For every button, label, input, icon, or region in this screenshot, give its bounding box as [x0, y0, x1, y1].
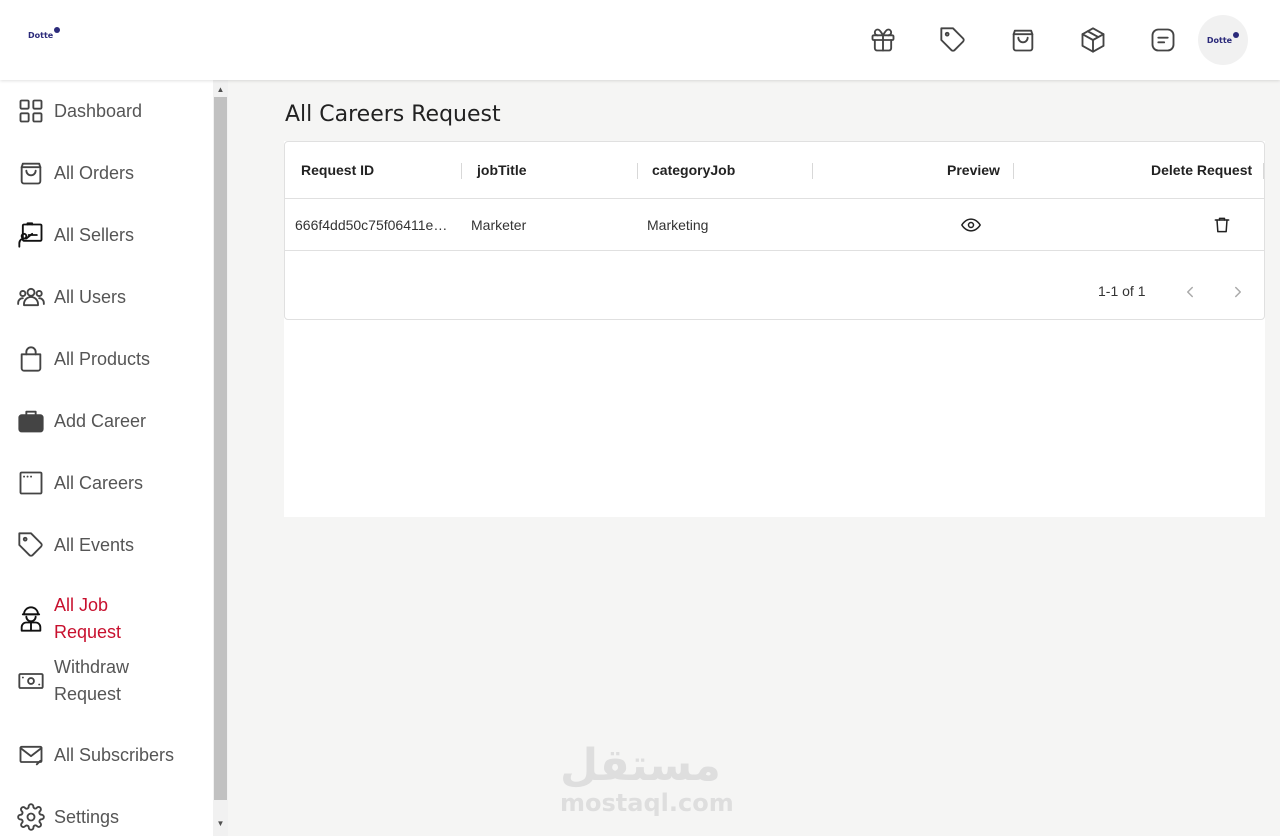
- shopping-bag-icon[interactable]: [1008, 25, 1038, 55]
- page-title: All Careers Request: [285, 102, 501, 127]
- gift-icon[interactable]: [868, 25, 898, 55]
- handbag-icon: [16, 344, 46, 374]
- pagination-text: 1-1 of 1: [1098, 283, 1146, 299]
- sidebar-item-all-events[interactable]: All Events: [0, 530, 213, 560]
- sidebar-item-label: Dashboard: [54, 100, 143, 121]
- requests-table: Request ID jobTitle categoryJob Preview …: [284, 141, 1265, 320]
- cell-job-title[interactable]: Marketer: [471, 199, 526, 250]
- window-icon: [16, 468, 46, 498]
- cash-icon: [16, 666, 46, 696]
- sidebar-item-settings[interactable]: Settings: [0, 802, 213, 832]
- column-header-category-job[interactable]: categoryJob: [652, 142, 735, 198]
- sidebar-item-label: Settings: [54, 806, 120, 827]
- sidebar-item-withdraw-request[interactable]: Withdraw Request: [0, 654, 213, 708]
- watermark: مستقل mostaql.com: [560, 740, 734, 817]
- sidebar-item-label: All Careers: [54, 472, 144, 493]
- row-divider: [285, 250, 1264, 251]
- sidebar-item-label: All Sellers: [54, 224, 135, 245]
- chevron-left-icon[interactable]: [1178, 280, 1202, 304]
- sidebar-item-label: All Events: [54, 534, 135, 555]
- users-icon: [16, 282, 46, 312]
- watermark-arabic: مستقل: [560, 740, 721, 791]
- sidebar-item-label: Withdraw Request: [54, 657, 130, 704]
- worker-icon: [16, 604, 46, 634]
- requests-card: Request ID jobTitle categoryJob Preview …: [284, 141, 1265, 517]
- sidebar-item-label: Add Career: [54, 410, 147, 431]
- column-separator[interactable]: [1013, 163, 1014, 179]
- column-separator[interactable]: [812, 163, 813, 179]
- shopping-bag-icon: [16, 158, 46, 188]
- column-separator[interactable]: [461, 163, 462, 179]
- top-bar: Dotte Dotte: [0, 0, 1280, 80]
- column-separator[interactable]: [637, 163, 638, 179]
- column-header-request-id[interactable]: Request ID: [301, 142, 374, 198]
- scroll-up-arrow[interactable]: ▲: [213, 82, 228, 97]
- watermark-latin: mostaql.com: [560, 789, 734, 817]
- column-separator[interactable]: [1263, 163, 1264, 179]
- seller-icon: [16, 220, 46, 250]
- column-header-preview[interactable]: Preview: [947, 142, 1000, 198]
- sidebar-item-label: All Job Request: [54, 595, 122, 642]
- cell-request-id[interactable]: 666f4dd50c75f06411e…: [295, 199, 447, 250]
- scroll-thumb[interactable]: [214, 97, 227, 800]
- sidebar-scrollbar[interactable]: ▲ ▼: [213, 80, 228, 836]
- tag-icon: [16, 530, 46, 560]
- sidebar-item-all-careers[interactable]: All Careers: [0, 468, 213, 498]
- trash-icon[interactable]: [1211, 214, 1233, 236]
- logo[interactable]: Dotte: [28, 27, 61, 40]
- scroll-down-arrow[interactable]: ▼: [213, 816, 228, 831]
- sidebar-item-all-sellers[interactable]: All Sellers: [0, 220, 213, 250]
- column-header-delete-request[interactable]: Delete Request: [1151, 142, 1252, 198]
- sidebar-item-all-job-request[interactable]: All Job Request: [0, 592, 213, 646]
- column-header-job-title[interactable]: jobTitle: [477, 142, 527, 198]
- avatar[interactable]: Dotte: [1198, 15, 1248, 65]
- mail-icon: [16, 740, 46, 770]
- sidebar-item-all-orders[interactable]: All Orders: [0, 158, 213, 188]
- sidebar-item-label: All Products: [54, 348, 151, 369]
- eye-icon[interactable]: [960, 214, 982, 236]
- tag-icon[interactable]: [938, 25, 968, 55]
- box-icon[interactable]: [1078, 25, 1108, 55]
- sidebar-item-add-career[interactable]: Add Career: [0, 406, 213, 436]
- dashboard-icon: [16, 96, 46, 126]
- sidebar-item-dashboard[interactable]: Dashboard: [0, 96, 213, 126]
- sidebar: Dashboard All Orders All Sellers All Use…: [0, 80, 213, 836]
- sidebar-item-all-subscribers[interactable]: All Subscribers: [0, 740, 213, 770]
- sidebar-item-all-products[interactable]: All Products: [0, 344, 213, 374]
- note-icon[interactable]: [1148, 25, 1178, 55]
- sidebar-item-all-users[interactable]: All Users: [0, 282, 213, 312]
- sidebar-item-label: All Subscribers: [54, 744, 175, 765]
- sidebar-item-label: All Orders: [54, 162, 135, 183]
- sidebar-item-label: All Users: [54, 286, 127, 307]
- chevron-right-icon[interactable]: [1226, 280, 1250, 304]
- briefcase-icon: [16, 406, 46, 436]
- gear-icon: [16, 802, 46, 832]
- cell-category-job[interactable]: Marketing: [647, 199, 708, 250]
